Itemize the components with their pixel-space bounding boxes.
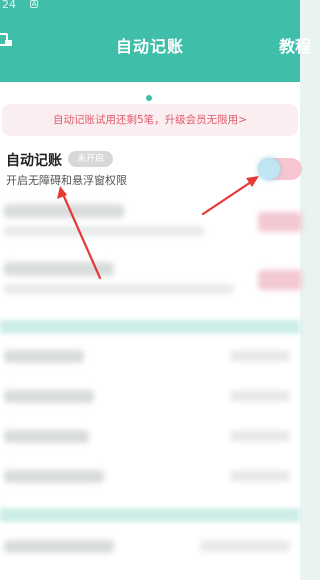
blurred-row-title (4, 262, 114, 276)
blurred-settings-list (0, 190, 302, 580)
blurred-row-value (230, 430, 290, 442)
section-divider (0, 320, 300, 334)
status-badge: 未开启 (68, 151, 114, 167)
upgrade-promo-banner[interactable]: 自动记账试用还剩5笔，升级会员无限用> (2, 104, 298, 136)
blurred-row-title (4, 350, 84, 363)
blurred-row-value (230, 470, 290, 482)
main-content: 自动记账试用还剩5笔，升级会员无限用> 自动记账 未开启 开启无障碍和悬浮窗权限 (0, 82, 302, 580)
blurred-row-value (200, 540, 290, 552)
blurred-row-title (4, 430, 89, 443)
auto-record-subtitle: 开启无障碍和悬浮窗权限 (6, 174, 127, 187)
toggle-knob (258, 158, 280, 180)
auto-record-title: 自动记账 (6, 153, 62, 169)
blurred-toggle[interactable] (258, 212, 302, 232)
blurred-row-value (230, 350, 290, 362)
blurred-row-value (230, 390, 290, 402)
page-title: 自动记账 (115, 37, 184, 56)
blurred-row-title (4, 390, 94, 403)
blurred-row-title (4, 470, 104, 483)
status-icon: A (30, 0, 38, 8)
status-time: 24 (2, 0, 16, 11)
blurred-row-title (4, 204, 124, 218)
pager-indicator (146, 95, 152, 101)
section-divider (0, 508, 300, 522)
blurred-row-subtitle (4, 284, 234, 294)
blurred-row-subtitle (4, 226, 204, 236)
top-header: 24 A 自动记账 教程 (0, 0, 311, 82)
auto-record-setting: 自动记账 未开启 开启无障碍和悬浮窗权限 (0, 150, 302, 190)
blurred-row-title (4, 540, 114, 553)
auto-record-toggle[interactable] (258, 158, 302, 180)
status-bar: 24 A (0, 0, 300, 14)
blurred-toggle[interactable] (258, 270, 302, 290)
tutorial-button[interactable]: 教程 (279, 33, 311, 57)
